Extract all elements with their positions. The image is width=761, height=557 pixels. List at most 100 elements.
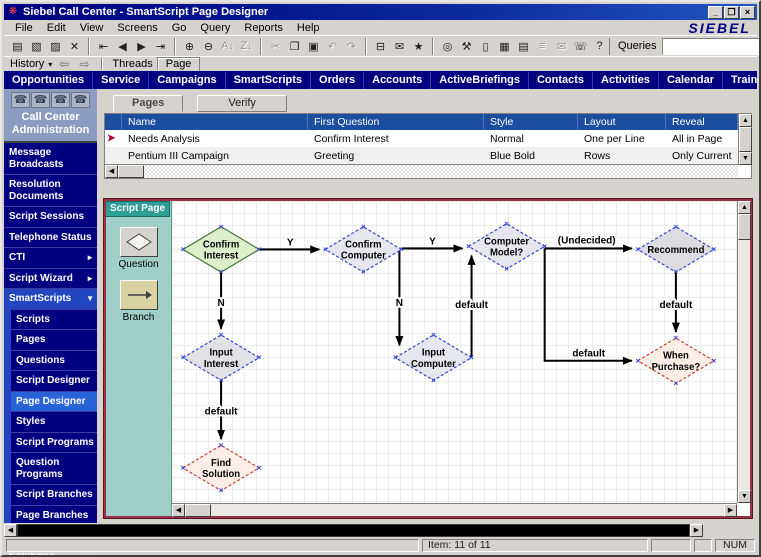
- last-record-button[interactable]: ⇥: [151, 37, 170, 55]
- column-header-name[interactable]: Name: [122, 114, 308, 130]
- cell-style[interactable]: Normal: [484, 133, 578, 145]
- scroll-left-icon[interactable]: ◀: [4, 524, 17, 537]
- new-document-button[interactable]: ▯: [476, 37, 495, 55]
- scroll-left-icon[interactable]: ◀: [105, 165, 118, 178]
- maximize-button[interactable]: ❐: [724, 6, 739, 19]
- tab-contacts[interactable]: Contacts: [529, 72, 593, 89]
- scroll-up-icon[interactable]: ▲: [738, 201, 751, 214]
- cell-first-question[interactable]: Confirm Interest: [308, 133, 484, 145]
- sidebar-item-question-programs[interactable]: Question Programs: [4, 453, 97, 485]
- tab-pages[interactable]: Pages: [113, 95, 183, 112]
- list-horizontal-scrollbar[interactable]: ◀: [105, 164, 738, 177]
- cell-name[interactable]: Pentium III Campaign: [122, 150, 308, 162]
- scroll-thumb[interactable]: [185, 504, 211, 517]
- menu-screens[interactable]: Screens: [110, 21, 164, 35]
- close-button[interactable]: ×: [740, 6, 755, 19]
- column-header-first-question[interactable]: First Question: [308, 114, 484, 130]
- sidebar-item-script-sessions[interactable]: Script Sessions: [4, 207, 97, 228]
- tab-accounts[interactable]: Accounts: [364, 72, 431, 89]
- scroll-thumb[interactable]: [118, 165, 144, 178]
- scroll-left-icon[interactable]: ◀: [172, 504, 185, 517]
- customize-button[interactable]: ⚒: [457, 37, 476, 55]
- search-button[interactable]: ◎: [438, 37, 457, 55]
- column-header-style[interactable]: Style: [484, 114, 578, 130]
- scroll-down-icon[interactable]: ▼: [738, 490, 751, 503]
- first-record-button[interactable]: ⇤: [94, 37, 113, 55]
- next-record-button[interactable]: ▶: [132, 37, 151, 55]
- inbox-button[interactable]: ▤: [514, 37, 533, 55]
- scroll-right-icon[interactable]: ▶: [690, 524, 703, 537]
- cell-name[interactable]: Needs Analysis: [122, 133, 308, 145]
- sidebar-item-script-branches[interactable]: Script Branches: [4, 485, 97, 506]
- cell-reveal[interactable]: All in Page: [666, 133, 738, 145]
- designer-canvas[interactable]: YY(Undecided)NNdefaultdefaultdefaultdefa…: [172, 201, 737, 503]
- paste-button[interactable]: ▣: [304, 37, 323, 55]
- history-menu[interactable]: History: [10, 58, 44, 70]
- zoom-in-button[interactable]: ⊕: [180, 37, 199, 55]
- send-button[interactable]: ✉: [390, 37, 409, 55]
- tab-campaigns[interactable]: Campaigns: [149, 72, 225, 89]
- thread-page-chip[interactable]: Page: [157, 57, 201, 72]
- menu-reports[interactable]: Reports: [237, 21, 290, 35]
- list-vertical-scrollbar[interactable]: ▲ ▼: [738, 114, 751, 165]
- sidebar-item-message-broadcasts[interactable]: Message Broadcasts: [4, 143, 97, 175]
- previous-record-button[interactable]: ◀: [113, 37, 132, 55]
- sidebar-item-telephone-status[interactable]: Telephone Status: [4, 228, 97, 249]
- sidebar-item-script-wizard[interactable]: Script Wizard►: [4, 269, 97, 290]
- history-forward-icon[interactable]: ⇨: [76, 57, 92, 71]
- tab-opportunities[interactable]: Opportunities: [4, 72, 93, 89]
- queries-input[interactable]: [663, 39, 761, 54]
- history-dropdown-icon[interactable]: ▾: [48, 60, 52, 69]
- smartscript-button[interactable]: ☏: [571, 37, 590, 55]
- cell-layout[interactable]: One per Line: [578, 133, 666, 145]
- flow-edge[interactable]: [545, 248, 632, 360]
- new-record-button[interactable]: ▧: [27, 37, 46, 55]
- cell-first-question[interactable]: Greeting: [308, 150, 484, 162]
- minimize-button[interactable]: _: [708, 6, 723, 19]
- reports-button[interactable]: ▦: [495, 37, 514, 55]
- question-tool-button[interactable]: [120, 227, 158, 257]
- scroll-thumb[interactable]: [739, 127, 752, 152]
- tab-smartscripts[interactable]: SmartScripts: [226, 72, 311, 89]
- sidebar-item-page-designer[interactable]: Page Designer: [4, 392, 97, 413]
- zoom-out-button[interactable]: ⊖: [199, 37, 218, 55]
- cell-layout[interactable]: Rows: [578, 150, 666, 162]
- menu-go[interactable]: Go: [165, 21, 194, 35]
- write-record-button[interactable]: ▤: [8, 37, 27, 55]
- delete-record-button[interactable]: ✕: [65, 37, 84, 55]
- tab-orders[interactable]: Orders: [311, 72, 364, 89]
- sidebar-item-styles[interactable]: Styles: [4, 412, 97, 433]
- history-back-icon[interactable]: ⇦: [56, 57, 72, 71]
- menu-help[interactable]: Help: [290, 21, 327, 35]
- scroll-up-icon[interactable]: ▲: [739, 114, 752, 127]
- menu-view[interactable]: View: [73, 21, 111, 35]
- canvas-horizontal-scrollbar[interactable]: ◀ ▶: [172, 503, 737, 516]
- scroll-right-icon[interactable]: ▶: [724, 504, 737, 517]
- tab-activities[interactable]: Activities: [593, 72, 659, 89]
- table-row[interactable]: Pentium III Campaign Greeting Blue Bold …: [105, 147, 738, 164]
- sidebar-item-script-designer[interactable]: Script Designer: [4, 371, 97, 392]
- sidebar-item-pages[interactable]: Pages: [4, 330, 97, 351]
- tab-training[interactable]: Training: [723, 72, 757, 89]
- sidebar-item-resolution-documents[interactable]: Resolution Documents: [4, 175, 97, 207]
- tab-calendar[interactable]: Calendar: [659, 72, 723, 89]
- scroll-down-icon[interactable]: ▼: [739, 152, 752, 165]
- tab-activebriefings[interactable]: ActiveBriefings: [431, 72, 529, 89]
- sidebar-item-questions[interactable]: Questions: [4, 351, 97, 372]
- queries-combobox[interactable]: ▼: [662, 38, 761, 55]
- cell-reveal[interactable]: Only Current: [666, 150, 738, 162]
- sidebar-item-cti[interactable]: CTI►: [4, 248, 97, 269]
- table-row[interactable]: ➤ Needs Analysis Confirm Interest Normal…: [105, 130, 738, 147]
- menu-edit[interactable]: Edit: [40, 21, 73, 35]
- column-header-reveal[interactable]: Reveal: [666, 114, 738, 130]
- new-query-button[interactable]: ▨: [46, 37, 65, 55]
- sidebar-item-smartscripts[interactable]: SmartScripts▼: [4, 289, 97, 310]
- copy-button[interactable]: ❐: [285, 37, 304, 55]
- print-button[interactable]: ⊟: [371, 37, 390, 55]
- sidebar-item-script-programs[interactable]: Script Programs: [4, 433, 97, 454]
- verify-button[interactable]: Verify: [197, 95, 287, 112]
- app-horizontal-scrollbar[interactable]: ◀ ▶: [4, 523, 757, 538]
- favorites-button[interactable]: ★: [409, 37, 428, 55]
- help-select-button[interactable]: ?: [590, 37, 609, 55]
- tab-service[interactable]: Service: [93, 72, 149, 89]
